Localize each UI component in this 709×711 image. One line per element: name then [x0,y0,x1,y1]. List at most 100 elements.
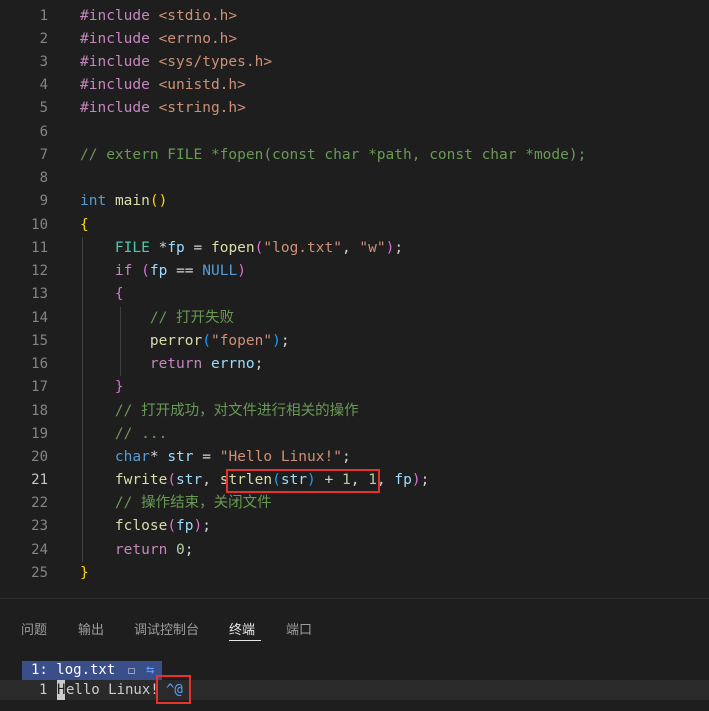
bracket: ( [167,518,177,534]
variable: errno [210,356,255,372]
line-number: 8 [39,170,48,186]
header-name: <stdio.h> [158,8,238,24]
code-line[interactable]: 4 #include <unistd.h> [0,74,709,97]
code-line[interactable]: 8 [0,167,709,190]
line-number: 21 [31,472,48,488]
operator: * [149,449,159,465]
terminal-file-status: 1: log.txt ☐ ⇆ [22,661,162,680]
line-number: 12 [31,263,48,279]
header-name: <unistd.h> [158,77,246,93]
keyword-return: return [149,356,203,372]
code-line[interactable]: 5 #include <string.h> [0,97,709,120]
code-line[interactable]: 18 // 打开成功，对文件进行相关的操作 [0,400,709,423]
function-name: main [114,193,150,209]
line-number: 10 [31,217,48,233]
keyword-int: int [80,193,107,209]
line-number: 24 [31,542,48,558]
tab-debug-console[interactable]: 调试控制台 [134,619,199,638]
string-literal: "log.txt" [263,240,342,256]
bracket: ) [411,472,421,488]
code-line[interactable]: 20 char* str = "Hello Linux!"; [0,446,709,469]
variable: fp [149,263,168,279]
punctuation: ; [420,472,430,488]
line-number: 6 [39,124,48,140]
code-line[interactable]: 17 } [0,376,709,399]
bracket: ( [167,472,177,488]
brace: { [114,286,124,302]
bracket: ) [158,193,168,209]
tab-output[interactable]: 输出 [78,619,104,638]
code-line[interactable]: 25 } [0,562,709,585]
tab-ports[interactable]: 端口 [286,619,312,638]
keyword-if: if [114,263,133,279]
code-line[interactable]: 3 #include <sys/types.h> [0,51,709,74]
code-line[interactable]: 23 fclose(fp); [0,515,709,538]
code-line[interactable]: 13 { [0,283,709,306]
include-directive: #include [80,77,150,93]
string-literal: "w" [359,240,386,256]
bottom-panel: 问题 输出 调试控制台 终端 端口 1: log.txt ☐ ⇆ 1 H ell… [0,598,709,711]
square-icon: ☐ [128,663,136,677]
code-line[interactable]: 7 // extern FILE *fopen(const char *path… [0,144,709,167]
tab-problems[interactable]: 问题 [21,619,47,638]
code-line[interactable]: 10 { [0,214,709,237]
punctuation: , [202,472,211,488]
header-name: <sys/types.h> [158,54,273,70]
line-number: 13 [31,286,48,302]
code-comment: // 操作结束，关闭文件 [114,495,272,511]
include-directive: #include [80,31,150,47]
code-line[interactable]: 11 FILE *fp = fopen("log.txt", "w"); [0,237,709,260]
punctuation: ; [341,449,351,465]
code-line[interactable]: 19 // ... [0,423,709,446]
variable: str [167,449,194,465]
punctuation: , [341,240,351,256]
terminal-output-line[interactable]: 1 H ello Linux! ^@ [0,680,709,700]
line-number: 14 [31,310,48,326]
code-editor[interactable]: 1 #include <stdio.h> 2 #include <errno.h… [0,0,709,598]
indent-guide [120,307,121,376]
line-number: 25 [31,565,48,581]
code-comment: // 打开失败 [149,310,235,326]
line-number: 15 [31,333,48,349]
bracket: ( [202,333,211,349]
bracket: ) [272,333,281,349]
code-line[interactable]: 6 [0,121,709,144]
code-line[interactable]: 16 return errno; [0,353,709,376]
operator: * [158,240,168,256]
header-name: <errno.h> [158,31,238,47]
bracket: ) [193,518,203,534]
line-number: 2 [39,31,48,47]
line-number: 3 [39,54,48,70]
line-number: 9 [39,193,48,209]
line-number: 19 [31,426,48,442]
type-name: FILE [114,240,150,256]
line-number: 4 [39,77,48,93]
code-line[interactable]: 22 // 操作结束，关闭文件 [0,492,709,515]
operator: = [202,449,211,465]
string-literal: "Hello Linux!" [219,449,342,465]
code-line[interactable]: 14 // 打开失败 [0,307,709,330]
line-number: 1 [39,8,48,24]
terminal-text: ello Linux! [66,682,159,698]
code-line[interactable]: 12 if (fp == NULL) [0,260,709,283]
punctuation: ; [184,542,194,558]
brace: } [80,565,89,581]
bracket: ( [149,193,159,209]
include-directive: #include [80,54,150,70]
code-line[interactable]: 2 #include <errno.h> [0,28,709,51]
code-line[interactable]: 15 perror("fopen"); [0,330,709,353]
line-number: 22 [31,495,48,511]
tab-terminal[interactable]: 终端 [229,619,255,638]
include-directive: #include [80,100,150,116]
code-comment: // ... [114,426,168,442]
highlight-box [226,469,380,493]
punctuation: ; [280,333,290,349]
variable: fp [394,472,412,488]
code-comment: // extern FILE *fopen(const char *path, … [80,147,587,163]
swap-icon: ⇆ [146,662,155,678]
code-line[interactable]: 24 return 0; [0,539,709,562]
file-label: 1: log.txt [31,662,116,678]
code-line[interactable]: 9 int main() [0,190,709,213]
line-number: 7 [39,147,48,163]
code-line[interactable]: 1 #include <stdio.h> [0,5,709,28]
